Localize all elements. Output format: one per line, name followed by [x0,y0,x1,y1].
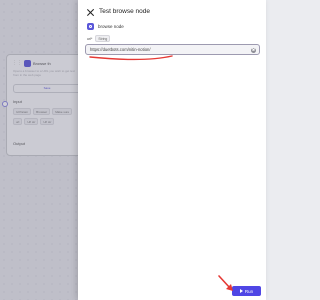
type-badge: String [95,35,111,42]
close-icon[interactable] [87,9,94,16]
node-name: browse node [98,24,124,29]
run-button-label: Run [244,288,254,294]
panel-title: Test browse node [99,8,150,15]
url-field-label: url* [87,36,93,41]
url-input[interactable]: https://duetbots.com/nitin-notion/ [85,44,260,55]
clear-input-icon[interactable] [251,47,256,53]
play-icon [239,289,243,293]
modal-overlay[interactable] [0,0,78,300]
browse-node-icon [87,23,94,30]
node-header: browse node [87,23,124,30]
url-field-label-row: url* String [87,35,111,42]
test-node-panel: Test browse node browse node url* String… [78,0,266,300]
run-button[interactable]: Run [232,286,261,296]
url-input-value[interactable]: https://duetbots.com/nitin-notion/ [90,47,151,52]
